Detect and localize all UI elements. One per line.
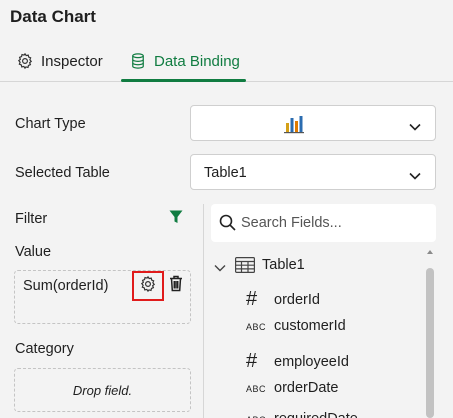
chevron-down-icon [409,167,421,185]
field-item[interactable]: ABC orderDate [246,380,338,402]
tab-inspector-label: Inspector [41,52,103,70]
chart-type-dropdown[interactable] [190,105,436,141]
selected-table-value: Table1 [204,165,247,181]
selected-table-dropdown[interactable]: Table1 [190,154,436,190]
field-search-box[interactable] [211,204,436,242]
database-icon [128,51,148,71]
number-type-icon: # [246,350,258,372]
field-item[interactable]: ABC customerId [246,318,346,340]
text-type-icon: ABC [246,322,267,332]
text-type-icon: ABC [246,384,267,394]
value-label: Value [15,244,52,260]
filter-label: Filter [15,211,48,227]
panel-title: Data Chart [10,7,96,26]
value-settings-button[interactable] [132,271,164,301]
bar-chart-icon [283,114,305,139]
field-name: customerId [274,318,346,334]
chevron-down-icon [409,118,421,136]
active-tab-indicator [121,79,246,82]
selected-table-label: Selected Table [15,165,110,181]
category-drop-zone[interactable]: Drop field. [14,368,191,412]
chart-type-label: Chart Type [15,116,86,132]
field-name: orderId [274,292,320,308]
tab-inspector[interactable]: Inspector [15,40,103,82]
number-type-icon: # [246,288,258,310]
search-input[interactable] [241,213,426,233]
tab-data-binding[interactable]: Data Binding [128,40,240,82]
field-name: requiredDate [274,411,358,418]
tab-data-binding-label: Data Binding [154,52,240,70]
chevron-down-icon[interactable] [214,259,226,277]
category-label: Category [15,341,74,357]
field-item[interactable]: # employeeId [246,349,349,372]
field-name: orderDate [274,380,339,396]
delete-field-button[interactable] [167,275,185,297]
category-drop-placeholder: Drop field. [72,382,133,398]
tab-bar: Inspector Data Binding [0,40,453,82]
scroll-up-arrow-icon[interactable] [427,250,433,254]
gear-icon [139,275,157,298]
scrollbar-thumb[interactable] [426,268,434,418]
filter-icon[interactable] [169,210,183,229]
value-field-item[interactable]: Sum(orderId) [23,278,108,294]
field-item[interactable]: ABCrequiredDate [246,411,358,418]
panel-divider [203,204,204,418]
field-item[interactable]: # orderId [246,287,320,310]
value-drop-zone[interactable]: Sum(orderId) [14,270,191,324]
table-icon [235,257,255,278]
field-name: employeeId [274,354,349,370]
tree-table-node[interactable]: Table1 [262,257,305,273]
trash-icon [169,275,183,297]
field-list-scrollbar[interactable] [424,248,436,418]
search-icon [219,214,236,236]
gear-icon [15,51,35,71]
